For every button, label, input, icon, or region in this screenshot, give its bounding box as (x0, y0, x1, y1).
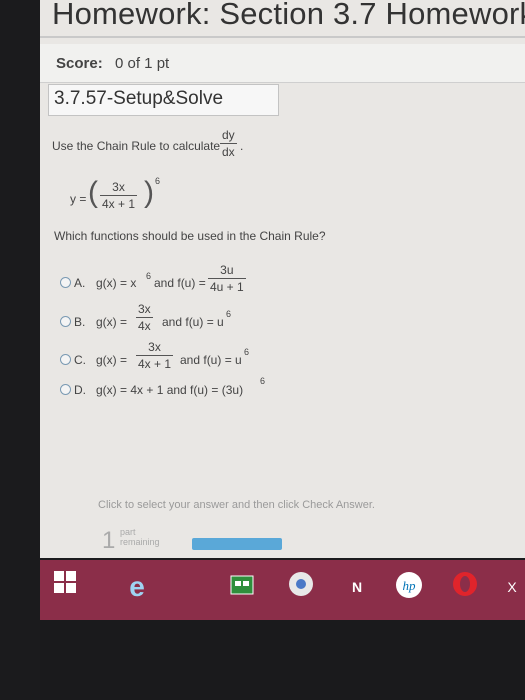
right-paren: ) (144, 176, 154, 209)
progress-bar (192, 538, 282, 550)
option-d-letter[interactable]: D. (74, 383, 86, 397)
question-prompt: Use the Chain Rule to calculate (52, 139, 221, 153)
fraction-bar (208, 278, 246, 279)
start-icon[interactable] (48, 570, 82, 604)
svg-text:hp: hp (403, 578, 417, 593)
parts-label-line1: part (120, 527, 136, 537)
function-numerator: 3x (112, 180, 125, 194)
page-title: Homework: Section 3.7 Homework (52, 0, 525, 31)
hp-icon[interactable]: hp (392, 570, 426, 604)
header-divider (40, 36, 525, 38)
option-c-g-numerator: 3x (148, 340, 161, 354)
option-b-g[interactable]: g(x) = (96, 315, 127, 329)
fraction-bar (136, 317, 153, 318)
function-lhs: y = (70, 192, 87, 206)
chrome-icon[interactable] (284, 570, 318, 604)
option-b-letter[interactable]: B. (74, 315, 85, 329)
browser-content: Homework: Section 3.7 Homework Score: 0 … (40, 0, 525, 558)
option-c-and[interactable]: and f(u) = u (180, 353, 242, 367)
question-area: Use the Chain Rule to calculate dy dx . … (52, 122, 522, 522)
windows-logo-icon (54, 571, 76, 593)
question-number: 3.7.57-Setup&Solve (54, 88, 224, 109)
option-a-f-fraction: 3u 4u + 1 (208, 263, 246, 294)
score-value: 0 of 1 pt (115, 55, 170, 72)
function-fraction: 3x 4x + 1 (100, 180, 138, 211)
option-d-exponent: 6 (260, 376, 266, 386)
laptop-bezel (40, 620, 525, 700)
prompt-period: . (240, 139, 244, 153)
red-circle-app-icon (453, 572, 477, 596)
option-a-letter[interactable]: A. (74, 276, 85, 290)
hp-logo-icon: hp (396, 572, 422, 598)
option-c-g-fraction: 3x 4x + 1 (136, 340, 174, 371)
option-a-g-exponent: 6 (146, 271, 152, 281)
option-a-radio[interactable] (60, 277, 71, 288)
fraction-bar (100, 195, 138, 196)
parts-label-line2: remaining (120, 537, 160, 547)
derivative-fraction: dy dx (220, 128, 237, 159)
left-paren: ( (88, 176, 98, 209)
option-a-and[interactable]: and f(u) = (154, 276, 206, 290)
excel-icon[interactable]: X (495, 570, 525, 604)
question-number-box: 3.7.57-Setup&Solve (48, 84, 279, 116)
derivative-numerator: dy (222, 128, 235, 142)
option-b-radio[interactable] (60, 316, 71, 327)
derivative-denominator: dx (222, 145, 235, 159)
option-c-letter[interactable]: C. (74, 353, 86, 367)
option-c-f-exponent: 6 (244, 347, 250, 357)
windows-taskbar: e N hp X (40, 560, 525, 620)
option-c-radio[interactable] (60, 354, 71, 365)
option-b-g-fraction: 3x 4x (136, 302, 153, 333)
option-d-radio[interactable] (60, 384, 71, 395)
parts-remaining-count: 1 (102, 527, 116, 554)
onenote-icon[interactable]: N (340, 570, 374, 604)
question-subprompt: Which functions should be used in the Ch… (54, 229, 326, 243)
instruction-text: Click to select your answer and then cli… (98, 499, 375, 511)
edge-icon[interactable]: e (120, 570, 154, 604)
option-c-g-denominator: 4x + 1 (138, 357, 172, 371)
parts-remaining-label: part remaining (120, 527, 160, 547)
option-a-g[interactable]: g(x) = x (96, 276, 136, 290)
option-b-and[interactable]: and f(u) = u (162, 315, 224, 329)
store-icon[interactable] (225, 570, 259, 604)
option-c-g[interactable]: g(x) = (96, 353, 127, 367)
option-d-text[interactable]: g(x) = 4x + 1 and f(u) = (3u) (96, 383, 243, 397)
function-exponent: 6 (155, 176, 161, 186)
function-denominator: 4x + 1 (102, 197, 136, 211)
option-a-f-denominator: 4u + 1 (210, 280, 244, 294)
option-b-g-denominator: 4x (138, 319, 151, 333)
score-label: Score: (56, 55, 103, 72)
circle-app-icon (289, 572, 313, 596)
option-b-g-numerator: 3x (138, 302, 151, 316)
fraction-bar (220, 143, 237, 144)
option-b-f-exponent: 6 (226, 309, 232, 319)
score-bar: Score: 0 of 1 pt (40, 44, 525, 83)
fraction-bar (136, 355, 174, 356)
option-a-f-numerator: 3u (220, 263, 234, 277)
opera-icon[interactable] (448, 570, 482, 604)
store-bag-icon (230, 575, 254, 595)
